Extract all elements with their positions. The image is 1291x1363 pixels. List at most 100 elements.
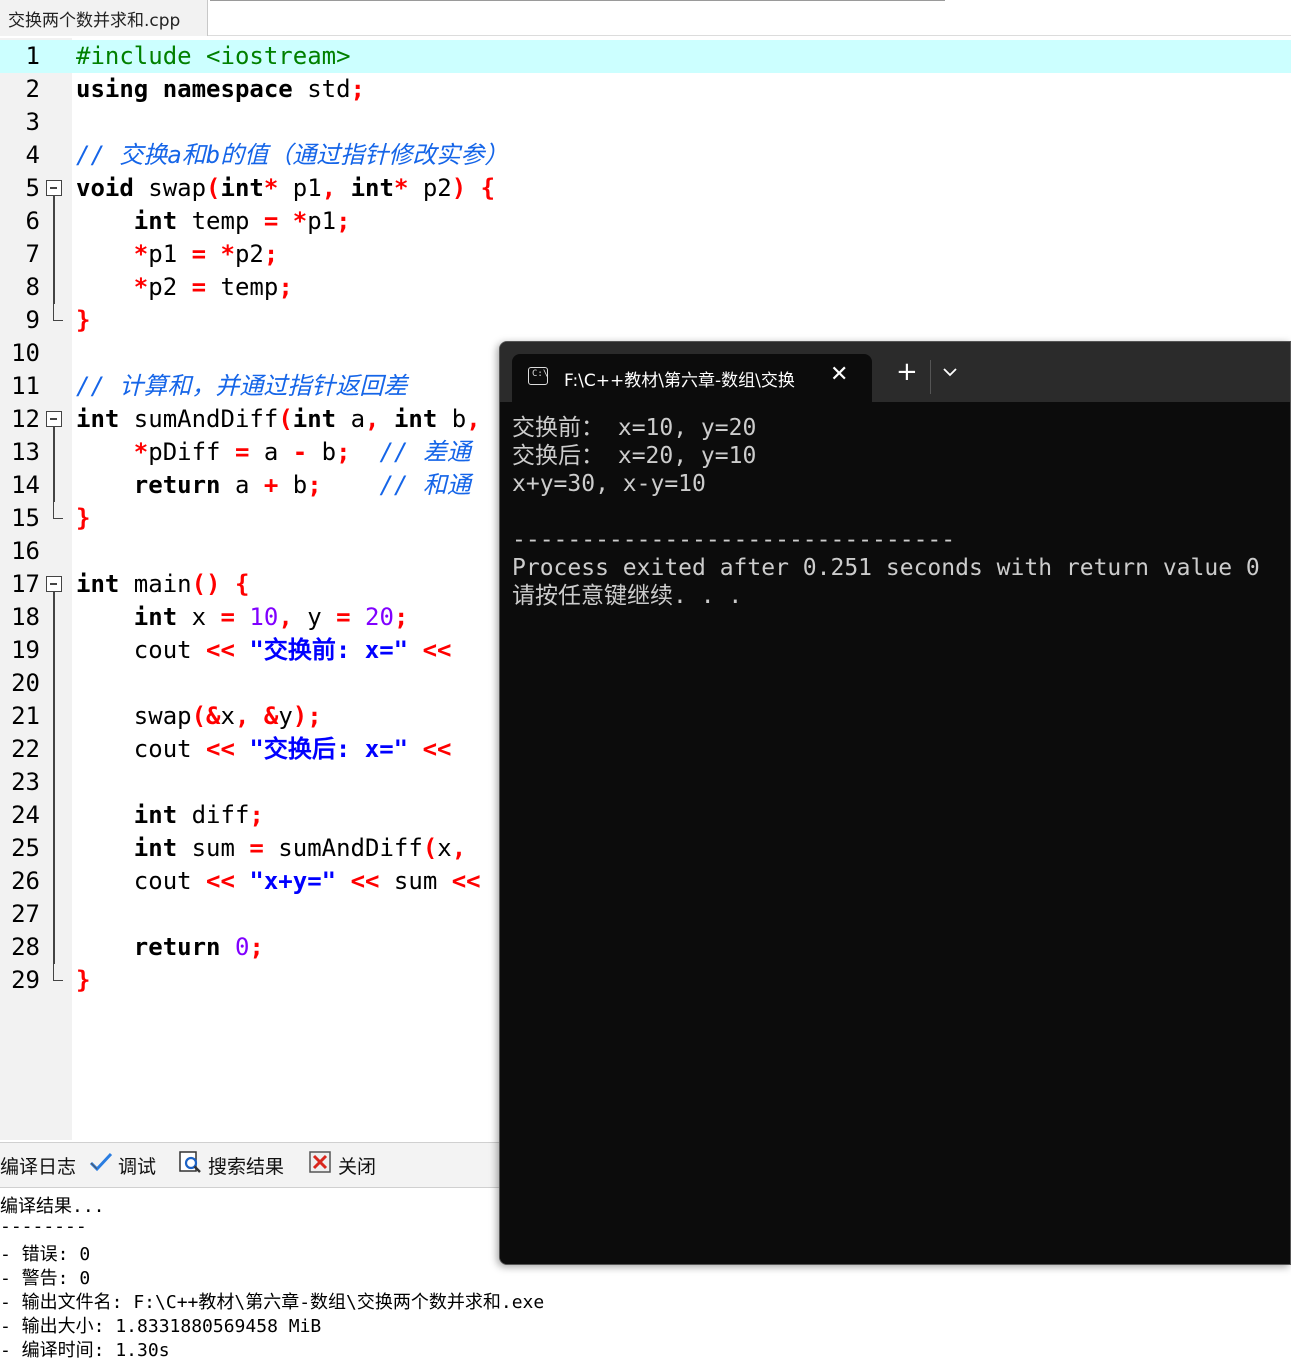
line-number: 21 bbox=[11, 702, 40, 730]
line-number: 17 bbox=[11, 570, 40, 598]
code-text: *pDiff = a - b; // 差通 bbox=[133, 438, 471, 466]
code-text: cout << "交换前: x=" << bbox=[76, 636, 452, 664]
line-number: 18 bbox=[11, 603, 40, 631]
console-line: 请按任意键继续. . . bbox=[512, 583, 743, 609]
code-text: // 交换a和b的值（通过指针修改实参） bbox=[76, 141, 509, 169]
collapse-icon[interactable] bbox=[46, 411, 62, 427]
new-tab-icon[interactable]: + bbox=[896, 358, 918, 386]
fold-guide bbox=[46, 865, 62, 898]
console-title-bar[interactable]: C:\ F:\C++教材\第六章-数组\交换 ✕ + bbox=[500, 342, 1290, 402]
fold-guide bbox=[46, 700, 62, 733]
fold-guide bbox=[46, 205, 62, 238]
line-number: 8 bbox=[25, 273, 40, 301]
line-number: 14 bbox=[11, 471, 40, 499]
line-number: 7 bbox=[25, 240, 40, 268]
tab-debug-label: 调试 bbox=[118, 1156, 157, 1178]
fold-guide bbox=[46, 832, 62, 865]
code-line-5[interactable]: 5 void swap(int* p1, int* p2) { bbox=[0, 172, 1291, 205]
code-line-3[interactable]: 3 bbox=[0, 106, 1291, 139]
code-text: } bbox=[76, 306, 91, 334]
terminal-icon: C:\ bbox=[528, 367, 548, 385]
line-number: 11 bbox=[11, 372, 40, 400]
tab-bar-divider bbox=[210, 0, 945, 1]
log-line: - 警告: 0 bbox=[0, 1268, 91, 1289]
log-line: - 错误: 0 bbox=[0, 1244, 91, 1265]
tab-close[interactable]: 关闭 bbox=[308, 1143, 376, 1189]
log-line: - 输出大小: 1.8331880569458 MiB bbox=[0, 1316, 322, 1337]
console-tab-title: F:\C++教材\第六章-数组\交换 bbox=[564, 371, 795, 391]
tab-search-results-label: 搜索结果 bbox=[208, 1156, 285, 1178]
collapse-icon[interactable] bbox=[46, 180, 62, 196]
fold-toggle[interactable] bbox=[46, 403, 62, 436]
line-number: 3 bbox=[25, 108, 40, 136]
code-text: cout << "x+y=" << sum << bbox=[76, 867, 481, 895]
fold-toggle[interactable] bbox=[46, 172, 62, 205]
code-text: int main() { bbox=[76, 570, 250, 598]
console-line: x+y=30, x-y=10 bbox=[512, 471, 706, 497]
log-line: -------- bbox=[0, 1216, 87, 1237]
console-line: 交换后： x=20, y=10 bbox=[512, 443, 757, 469]
fold-guide bbox=[46, 964, 63, 997]
code-line-6[interactable]: 6 int temp = *p1; bbox=[0, 205, 1291, 238]
line-number: 27 bbox=[11, 900, 40, 928]
code-line-1[interactable]: 1 #include <iostream> bbox=[0, 40, 1291, 73]
code-text: int sum = sumAndDiff(x, bbox=[133, 834, 467, 862]
chevron-down-icon[interactable] bbox=[942, 362, 958, 383]
line-number: 22 bbox=[11, 735, 40, 763]
file-tab[interactable]: 交换两个数并求和.cpp bbox=[0, 0, 208, 36]
fold-guide bbox=[46, 733, 62, 766]
code-line-2[interactable]: 2 using namespace std; bbox=[0, 73, 1291, 106]
fold-guide bbox=[46, 436, 62, 469]
line-number: 19 bbox=[11, 636, 40, 664]
line-number: 2 bbox=[25, 75, 40, 103]
line-number: 5 bbox=[25, 174, 40, 202]
line-number: 10 bbox=[11, 339, 40, 367]
console-window[interactable]: C:\ F:\C++教材\第六章-数组\交换 ✕ + 交换前： x=10, y=… bbox=[499, 341, 1291, 1265]
code-text: *p1 = *p2; bbox=[133, 240, 279, 268]
tab-debug[interactable]: 调试 bbox=[88, 1143, 156, 1189]
tab-compile-log[interactable]: 编译日志 bbox=[0, 1143, 76, 1189]
code-line-8[interactable]: 8 *p2 = temp; bbox=[0, 271, 1291, 304]
file-tab-bar: 交换两个数并求和.cpp bbox=[0, 0, 1291, 36]
code-line-4[interactable]: 4 // 交换a和b的值（通过指针修改实参） bbox=[0, 139, 1291, 172]
code-line-9[interactable]: 9 } bbox=[0, 304, 1291, 337]
close-icon bbox=[308, 1144, 334, 1192]
console-line: 交换前： x=10, y=20 bbox=[512, 415, 757, 441]
line-number: 28 bbox=[11, 933, 40, 961]
fold-guide bbox=[46, 766, 62, 799]
line-number: 24 bbox=[11, 801, 40, 829]
line-number: 23 bbox=[11, 768, 40, 796]
fold-guide bbox=[46, 799, 62, 832]
console-output[interactable]: 交换前： x=10, y=20 交换后： x=20, y=10 x+y=30, … bbox=[500, 402, 1290, 1264]
tab-close-label: 关闭 bbox=[338, 1156, 377, 1178]
code-text: } bbox=[76, 504, 91, 532]
tab-compile-log-label: 编译日志 bbox=[0, 1156, 77, 1178]
code-text: // 计算和，并通过指针返回差 bbox=[76, 372, 408, 400]
console-tab[interactable]: C:\ F:\C++教材\第六章-数组\交换 ✕ bbox=[512, 354, 872, 402]
search-icon bbox=[178, 1144, 204, 1192]
line-number: 13 bbox=[11, 438, 40, 466]
code-text: } bbox=[76, 966, 91, 994]
code-text: using namespace std; bbox=[76, 75, 365, 103]
line-number: 1 bbox=[25, 42, 40, 70]
close-tab-icon[interactable]: ✕ bbox=[830, 362, 848, 387]
fold-guide bbox=[46, 931, 62, 964]
code-text: *p2 = temp; bbox=[133, 273, 293, 301]
title-separator bbox=[930, 360, 931, 394]
code-text: int temp = *p1; bbox=[133, 207, 351, 235]
code-text: return 0; bbox=[133, 933, 264, 961]
fold-guide bbox=[46, 238, 62, 271]
line-number: 4 bbox=[25, 141, 40, 169]
line-number: 26 bbox=[11, 867, 40, 895]
line-number: 12 bbox=[11, 405, 40, 433]
fold-guide bbox=[46, 601, 62, 634]
line-number: 25 bbox=[11, 834, 40, 862]
log-line: - 编译时间: 1.30s bbox=[0, 1340, 170, 1361]
tab-search-results[interactable]: 搜索结果 bbox=[178, 1143, 284, 1189]
line-number: 16 bbox=[11, 537, 40, 565]
fold-guide bbox=[46, 667, 62, 700]
log-line: - 输出文件名: F:\C++教材\第六章-数组\交换两个数并求和.exe bbox=[0, 1292, 545, 1313]
collapse-icon[interactable] bbox=[46, 576, 62, 592]
code-line-7[interactable]: 7 *p1 = *p2; bbox=[0, 238, 1291, 271]
fold-toggle[interactable] bbox=[46, 568, 62, 601]
